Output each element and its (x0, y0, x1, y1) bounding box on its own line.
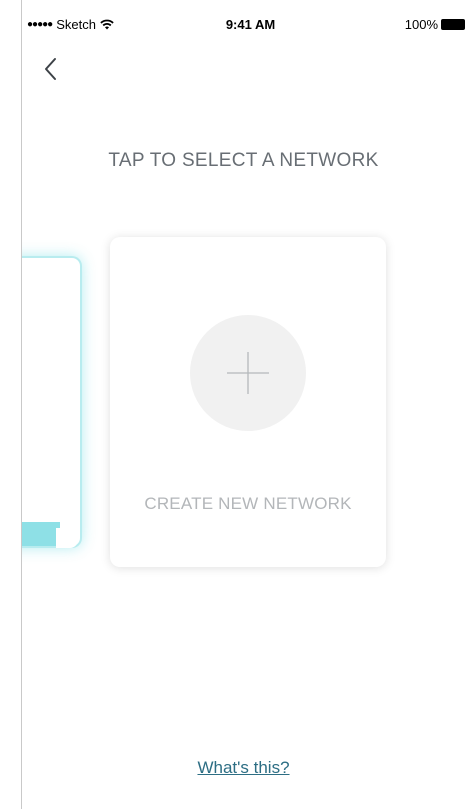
screen-left-edge (0, 0, 22, 809)
status-right: 100% (405, 17, 465, 32)
back-button[interactable] (36, 54, 66, 84)
battery-percent: 100% (404, 17, 438, 32)
plus-icon (227, 352, 269, 394)
page-title: TAP TO SELECT A NETWORK (108, 150, 379, 171)
create-network-label: CREATE NEW NETWORK (144, 494, 352, 513)
plus-circle (190, 315, 306, 431)
status-time: 9:41 AM (225, 17, 276, 32)
status-bar: ●●●●● Sketch 9:41 AM 100% (22, 0, 465, 40)
battery-icon (441, 19, 465, 30)
whats-this-link[interactable]: What's this? (22, 758, 465, 778)
network-card-previous-corner (56, 528, 78, 548)
chevron-left-icon (45, 58, 56, 80)
create-network-card[interactable]: CREATE NEW NETWORK (110, 237, 386, 567)
